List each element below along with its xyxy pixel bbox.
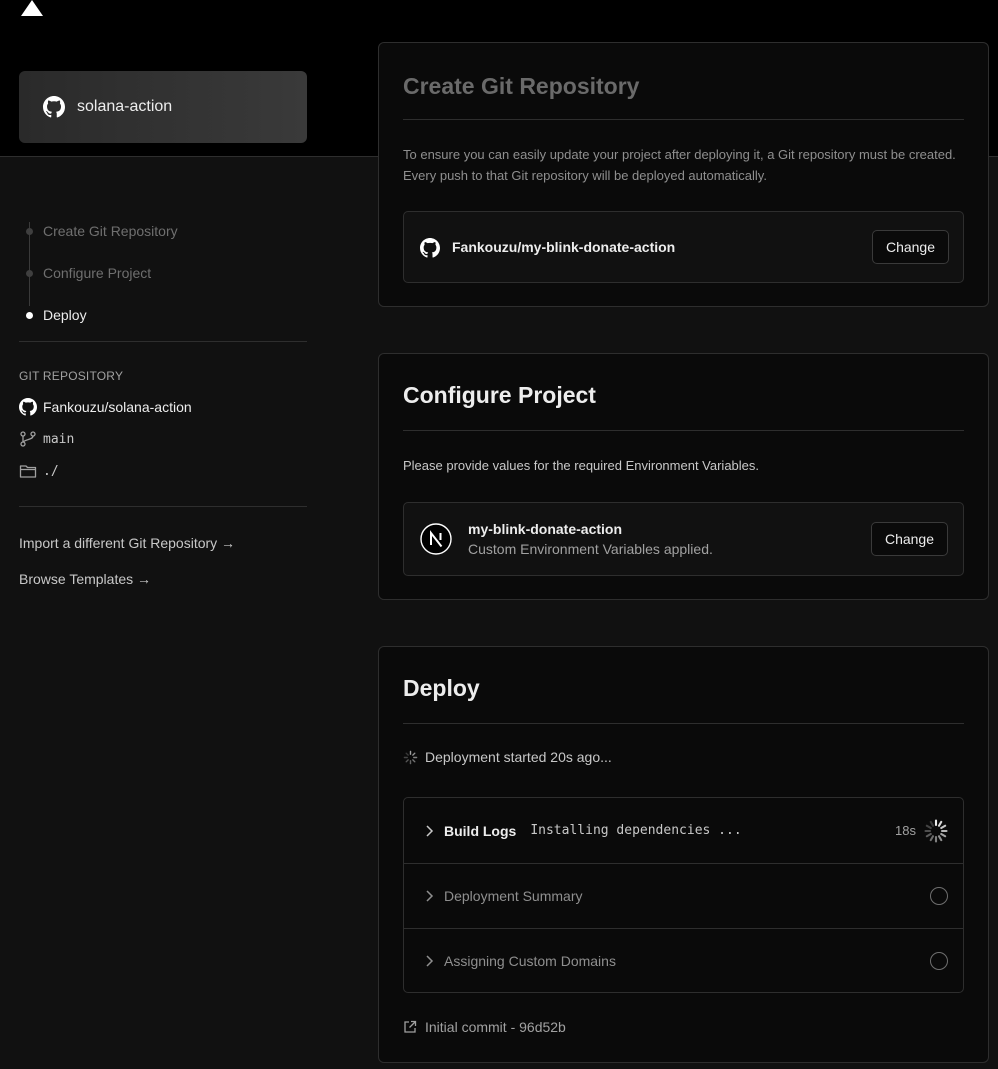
- deploy-card: Deploy Deployment started 20s ago... Bui…: [378, 646, 989, 1063]
- vercel-logo-icon[interactable]: [21, 0, 43, 16]
- nextjs-icon: [420, 523, 452, 555]
- git-branch-icon: [20, 431, 36, 447]
- step-configure-project: Configure Project: [19, 252, 307, 294]
- project-name: my-blink-donate-action: [468, 521, 623, 537]
- git-repo-name: Fankouzu/solana-action: [43, 399, 192, 415]
- git-branch-name: main: [43, 431, 75, 447]
- build-logs-row[interactable]: Build Logs Installing dependencies ... 1…: [404, 798, 963, 863]
- commit-text: Initial commit - 96d52b: [425, 1019, 566, 1035]
- pending-circle-icon: [930, 887, 948, 905]
- sidebar-divider: [19, 506, 307, 507]
- step-create-git-repository: Create Git Repository: [19, 210, 307, 252]
- sidebar-divider: [19, 341, 307, 342]
- git-repo-selection: Fankouzu/my-blink-donate-action Change: [403, 211, 964, 283]
- card-title: Deploy: [403, 675, 480, 701]
- git-root-dir: ./: [43, 463, 59, 479]
- external-link-icon: [404, 1020, 417, 1033]
- change-repo-button[interactable]: Change: [871, 230, 949, 264]
- step-list: Create Git Repository Configure Project …: [19, 210, 307, 336]
- step-label: Configure Project: [43, 265, 152, 281]
- import-different-repo-link[interactable]: Import a different Git Repository →: [19, 535, 235, 551]
- browse-templates-link[interactable]: Browse Templates →: [19, 571, 151, 587]
- build-logs-message: Installing dependencies ...: [530, 823, 742, 838]
- card-divider: [403, 430, 964, 431]
- deploy-steps-list: Build Logs Installing dependencies ... 1…: [403, 797, 964, 993]
- spinner-icon: [403, 750, 418, 764]
- chevron-right-icon: [426, 955, 434, 967]
- git-branch-row: main: [19, 430, 74, 448]
- folder-icon: [19, 465, 37, 478]
- card-title: Configure Project: [403, 382, 596, 408]
- github-icon: [420, 238, 440, 258]
- spinner-icon: [924, 818, 948, 843]
- repo-badge: solana-action: [19, 71, 307, 143]
- deployment-status-text: Deployment started 20s ago...: [425, 749, 612, 765]
- github-icon: [19, 398, 37, 416]
- chevron-right-icon: [426, 890, 434, 902]
- assigning-custom-domains-status: [930, 952, 948, 970]
- configure-project-card: Configure Project Please provide values …: [378, 353, 989, 600]
- deployment-summary-title: Deployment Summary: [444, 888, 583, 904]
- step-deploy: Deploy: [19, 294, 307, 336]
- deployment-status: Deployment started 20s ago...: [403, 749, 612, 765]
- git-repository-heading: GIT REPOSITORY: [19, 369, 124, 383]
- step-label: Deploy: [43, 307, 87, 323]
- build-logs-elapsed: 18s: [895, 823, 916, 838]
- step-label: Create Git Repository: [43, 223, 178, 239]
- pending-circle-icon: [930, 952, 948, 970]
- card-title: Create Git Repository: [403, 73, 640, 99]
- step-dot-active: [26, 312, 33, 319]
- deployment-summary-status: [930, 887, 948, 905]
- create-git-repository-card: Create Git Repository To ensure you can …: [378, 42, 989, 307]
- chevron-right-icon: [426, 824, 434, 837]
- card-description: Please provide values for the required E…: [403, 458, 760, 473]
- card-divider: [403, 119, 964, 120]
- step-dot: [26, 228, 33, 235]
- step-dot: [26, 270, 33, 277]
- build-logs-status: 18s: [895, 818, 948, 843]
- github-icon: [43, 96, 65, 118]
- deployment-summary-row[interactable]: Deployment Summary: [404, 863, 963, 928]
- git-root-row: ./: [19, 462, 59, 480]
- git-repo-link[interactable]: Fankouzu/solana-action: [19, 398, 192, 416]
- assigning-custom-domains-title: Assigning Custom Domains: [444, 953, 616, 969]
- assigning-custom-domains-row[interactable]: Assigning Custom Domains: [404, 928, 963, 993]
- card-description: To ensure you can easily update your pro…: [403, 147, 956, 183]
- project-selection: my-blink-donate-action Custom Environmen…: [403, 502, 964, 576]
- card-divider: [403, 723, 964, 724]
- selected-repo-name: Fankouzu/my-blink-donate-action: [452, 239, 676, 255]
- change-project-button[interactable]: Change: [870, 522, 948, 556]
- build-logs-title: Build Logs: [444, 822, 517, 839]
- commit-link[interactable]: Initial commit - 96d52b: [403, 1019, 566, 1035]
- repo-name: solana-action: [77, 98, 173, 115]
- project-env-status: Custom Environment Variables applied.: [468, 541, 713, 557]
